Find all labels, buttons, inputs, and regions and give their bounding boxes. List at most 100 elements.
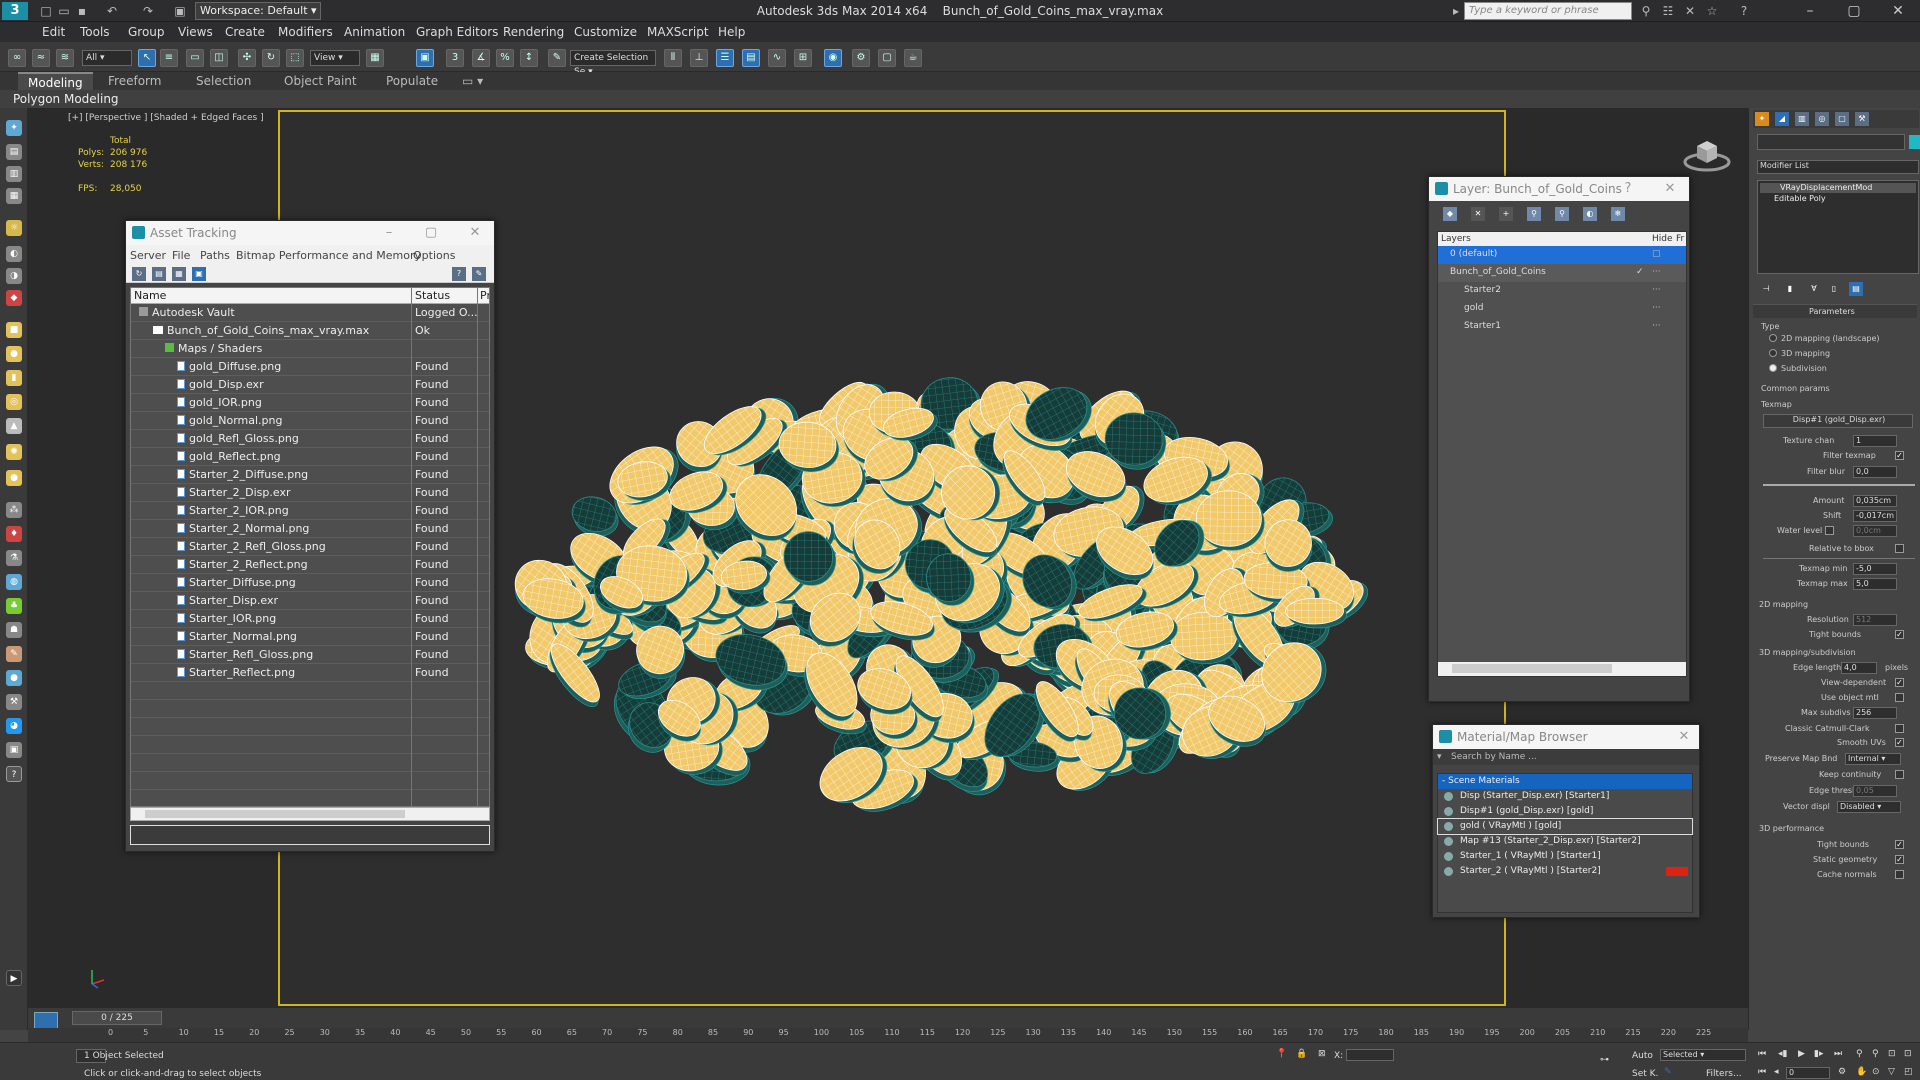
track-bar[interactable]: 0 5 10 15 20 25 30 35 40 45 50 55 60 65 70 75 80 85 90 95 10… — [28, 1028, 1748, 1042]
tab-populate[interactable]: Populate — [376, 72, 448, 90]
display-tab-icon[interactable]: ▢ — [1835, 112, 1849, 126]
favorites-icon[interactable]: ☆ — [1704, 3, 1720, 19]
edit-named-sel-icon[interactable]: ✎ — [548, 49, 566, 67]
bind-space-warp-icon[interactable]: ≋ — [56, 49, 74, 67]
tab-selection[interactable]: Selection — [186, 72, 261, 90]
table-row[interactable]: Bunch_of_Gold_Coins_max_vray.max Ok — [131, 322, 489, 340]
water-level-input[interactable]: 0,0cm — [1853, 525, 1897, 537]
create-layer-icon[interactable]: ◆ — [1443, 207, 1457, 221]
x-coord-input[interactable] — [1346, 1049, 1394, 1061]
go-to-start-icon[interactable]: ⏮ — [1758, 1049, 1766, 1059]
layer-horizontal-scrollbar[interactable] — [1438, 662, 1686, 676]
help-circle-icon[interactable]: ? — [6, 766, 22, 782]
layer-hide-toggle[interactable]: ··· — [1652, 303, 1661, 313]
table-row[interactable]: Starter_2_Normal.png Found — [131, 520, 489, 538]
refresh-icon[interactable]: ↻ — [132, 267, 146, 281]
teapot-icon[interactable]: ● — [6, 470, 22, 486]
table-row[interactable]: gold_Refl_Gloss.png Found — [131, 430, 489, 448]
layer-hide-toggle[interactable]: ··· — [1652, 285, 1661, 295]
cylinder-icon[interactable]: ▮ — [6, 370, 22, 386]
modify-tab-icon[interactable]: ◢ — [1775, 112, 1789, 126]
menu-rendering[interactable]: Rendering — [503, 25, 564, 39]
static-geometry-checkbox[interactable]: ✓ — [1895, 855, 1904, 864]
rotate-icon[interactable]: ↻ — [262, 49, 280, 67]
table-row[interactable]: Starter_Normal.png Found — [131, 628, 489, 646]
show-end-result-icon[interactable]: ▮ — [1783, 282, 1797, 296]
communication-icon[interactable]: ☷ — [1660, 3, 1676, 19]
close-button[interactable]: ✕ — [1878, 0, 1918, 22]
table-row[interactable]: Starter_IOR.png Found — [131, 610, 489, 628]
sphere-icon[interactable]: ● — [6, 346, 22, 362]
layer-close-button[interactable]: ✕ — [1655, 177, 1685, 201]
tools-icon[interactable]: ✕ — [1682, 3, 1698, 19]
smooth-uvs-checkbox[interactable]: ✓ — [1895, 738, 1904, 747]
texmap-max-input[interactable]: 5,0 — [1853, 578, 1897, 590]
camera-icon[interactable]: ◐ — [6, 246, 22, 262]
window-crossing-icon[interactable]: ◫ — [210, 49, 228, 67]
select-in-layer-icon[interactable]: ⚲ — [1527, 207, 1541, 221]
keep-continuity-checkbox[interactable] — [1895, 770, 1904, 779]
motion-icon[interactable]: ▦ — [6, 188, 22, 204]
ribbon-options-icon[interactable]: ▭ ▾ — [452, 72, 493, 90]
asset-minimize-button[interactable]: – — [374, 221, 404, 245]
scene-materials-group[interactable]: - Scene Materials — [1438, 774, 1692, 789]
selection-filter-dropdown[interactable]: All ▾ — [82, 50, 132, 66]
layer-row[interactable]: Bunch_of_Gold_Coins ··· ✓ — [1438, 264, 1686, 282]
use-object-mtl-checkbox[interactable] — [1895, 693, 1904, 702]
named-selection-dropdown[interactable]: Create Selection Se ▾ — [570, 50, 656, 77]
viewport-label[interactable]: [+] [Perspective ] [Shaded + Edged Faces… — [68, 113, 264, 123]
display-icon[interactable]: ▣ — [6, 742, 22, 758]
search-input[interactable]: Type a keyword or phrase — [1464, 2, 1632, 20]
edge-thresh-input[interactable]: 0,05 — [1853, 785, 1897, 797]
table-row[interactable]: Maps / Shaders — [131, 340, 489, 358]
material-row[interactable]: Map #13 (Starter_2_Disp.exr) [Starter2] — [1438, 834, 1692, 849]
undo-icon[interactable]: ↶ — [104, 3, 120, 19]
grid-view-icon[interactable]: ▣ — [192, 267, 206, 281]
material-editor-icon[interactable]: ◉ — [824, 49, 842, 67]
unlink-icon[interactable]: ≈ — [32, 49, 50, 67]
snaps-toggle-icon[interactable]: 3 — [446, 49, 464, 67]
layer-hide-toggle[interactable]: ··· — [1652, 321, 1661, 331]
catmull-clark-checkbox[interactable] — [1895, 724, 1904, 733]
add-to-layer-icon[interactable]: + — [1499, 207, 1513, 221]
col-pr[interactable]: Pr — [480, 289, 489, 302]
layer-help-button[interactable]: ? — [1613, 177, 1643, 201]
amount-input[interactable]: 0,035cm — [1853, 495, 1897, 507]
maximize-viewport-icon[interactable]: ◰ — [1904, 1067, 1913, 1077]
table-row[interactable]: gold_Disp.exr Found — [131, 376, 489, 394]
search-arrow-icon[interactable]: ▸ — [1448, 3, 1464, 19]
tab-object-paint[interactable]: Object Paint — [274, 72, 367, 90]
current-frame-input[interactable]: 0 — [1786, 1067, 1830, 1079]
binoculars-icon[interactable]: ⚲ — [1638, 3, 1654, 19]
curve-editor-icon[interactable]: ∿ — [768, 49, 786, 67]
hierarchy-icon[interactable]: ▥ — [6, 166, 22, 182]
zoom-extents-all-icon[interactable]: ⊡ — [1904, 1049, 1912, 1059]
sun-icon[interactable]: ✺ — [6, 444, 22, 460]
lock-selection-icon[interactable]: 🔒 — [1296, 1049, 1307, 1059]
layer-row[interactable]: Starter1 ··· — [1438, 318, 1686, 336]
next-frame-icon[interactable]: ▮▸ — [1814, 1049, 1823, 1059]
go-to-end-icon[interactable]: ⏭ — [1834, 1049, 1842, 1059]
align-icon[interactable]: ⊥ — [690, 49, 708, 67]
asset-close-button[interactable]: ✕ — [460, 221, 490, 245]
maximize-button[interactable]: ▢ — [1834, 0, 1874, 22]
table-row[interactable]: Starter_2_Reflect.png Found — [131, 556, 489, 574]
create-tab-icon[interactable]: ✦ — [1755, 112, 1769, 126]
view-dependent-checkbox[interactable]: ✓ — [1895, 678, 1904, 687]
tight-bounds-checkbox[interactable]: ✓ — [1895, 840, 1904, 849]
tab-freeform[interactable]: Freeform — [98, 72, 171, 90]
viewcube-icon[interactable] — [1683, 132, 1731, 174]
texmap-button[interactable]: Disp#1 (gold_Disp.exr) — [1763, 414, 1913, 428]
col-hide[interactable]: Hide — [1652, 234, 1673, 244]
mirror-icon[interactable]: ⫴ — [664, 49, 682, 67]
vector-displ-dropdown[interactable]: Disabled ▾ — [1837, 801, 1901, 813]
asset-horizontal-scrollbar[interactable] — [130, 807, 490, 821]
polygon-modeling-label[interactable]: Polygon Modeling — [13, 92, 119, 106]
col-status[interactable]: Status — [415, 289, 450, 302]
spinner-snap-icon[interactable]: ↕ — [520, 49, 538, 67]
make-unique-icon[interactable]: ∀ — [1807, 282, 1821, 296]
layer-row[interactable]: Starter2 ··· — [1438, 282, 1686, 300]
ribbon-toggle-icon[interactable]: ▤ — [742, 49, 760, 67]
parameters-rollout[interactable]: Parameters — [1753, 304, 1917, 318]
table-row[interactable]: Starter_2_Disp.exr Found — [131, 484, 489, 502]
